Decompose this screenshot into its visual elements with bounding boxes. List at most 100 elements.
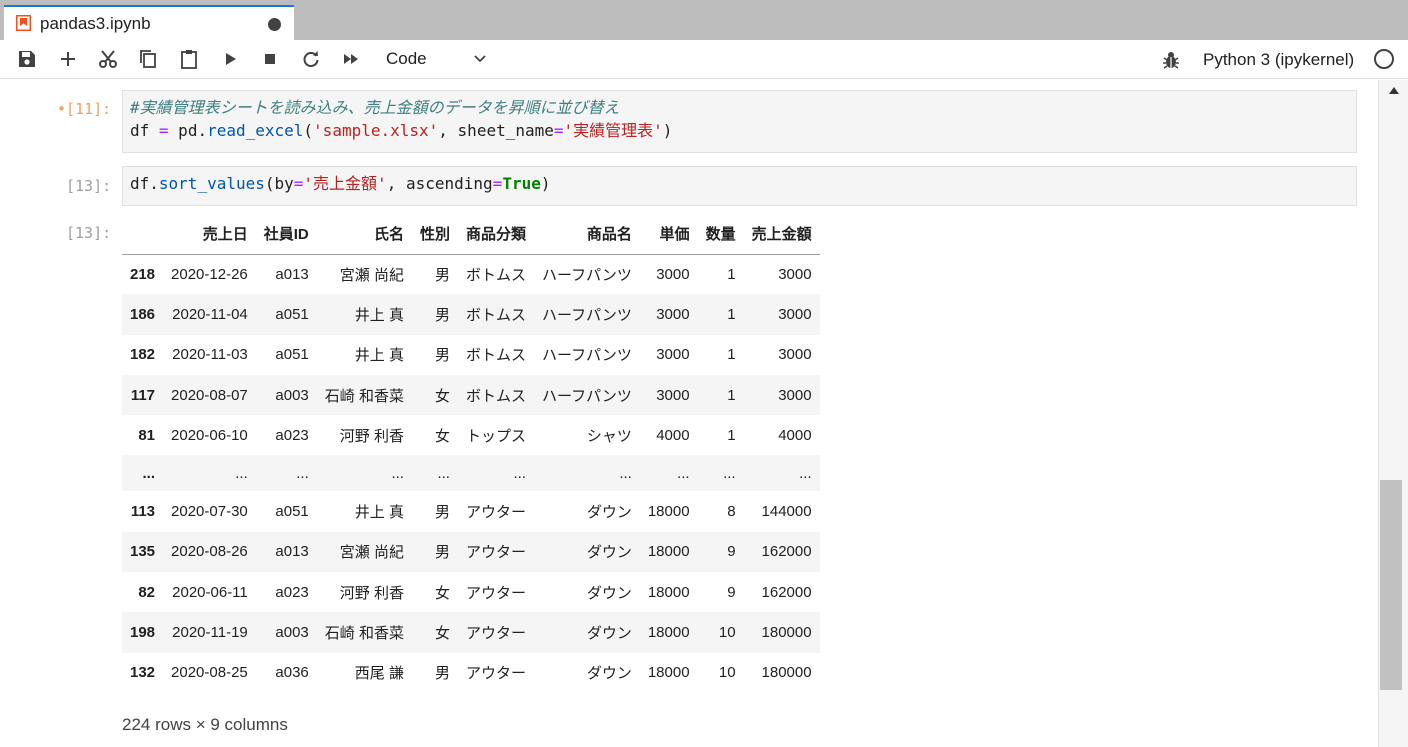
table-cell: 180000	[761, 664, 812, 682]
table-cell: 1	[727, 386, 736, 404]
table-row: 182 2020-11-03 a051 井上 真 男ボトムス ハーフパンツ 3000 1 300…	[122, 335, 820, 375]
restart-run-all-button[interactable]	[340, 48, 362, 70]
table-cell: 西尾 謙	[354, 665, 404, 683]
cut-icon	[99, 50, 117, 68]
unsaved-indicator-icon[interactable]	[268, 18, 281, 31]
table-row: 218 2020-12-26 a013 宮瀬 尚紀 男ボトムス ハーフパンツ 3000 1 30…	[122, 254, 820, 294]
table-cell: 河野 利香	[339, 427, 404, 445]
table-cell: 2020-08-07	[171, 386, 248, 404]
table-cell: ダウン	[586, 665, 632, 683]
table-cell: ダウン	[586, 504, 632, 522]
table-cell: 3000	[656, 346, 690, 364]
chevron-down-icon	[474, 55, 486, 63]
column-header: 単価	[639, 214, 698, 255]
code-line: #実績管理表シートを読み込み、売上金額のデータを昇順に並び替え	[130, 96, 1349, 119]
add-icon	[61, 52, 75, 66]
table-cell: ボトムス	[465, 347, 526, 365]
add-cell-button[interactable]	[57, 48, 79, 70]
table-cell: ...	[296, 464, 309, 482]
table-cell: 女	[434, 387, 450, 405]
table-cell: ...	[677, 464, 690, 482]
output-prompt: [13]:	[66, 224, 112, 242]
code-string: 'sample.xlsx'	[313, 121, 439, 140]
table-cell: a003	[275, 386, 309, 404]
table-cell: 2020-08-26	[171, 543, 248, 561]
dataframe-table: 売上日 社員ID 氏名 性別 商品分類 商品名 単価 数量 売上金額 218 20…	[122, 214, 820, 693]
table-row: 82 2020-06-11 a023 河野 利香 女アウター ダウン 18000 9 16200…	[122, 572, 820, 612]
row-index: 218	[130, 265, 156, 283]
column-header	[122, 214, 164, 255]
table-cell: ボトムス	[465, 266, 526, 284]
code-text: (	[303, 121, 314, 140]
restart-button[interactable]	[300, 48, 322, 70]
table-row: 81 2020-06-10 a023 河野 利香 女トップス シャツ 4000 1 4000	[122, 415, 820, 455]
table-cell: a051	[275, 503, 309, 521]
table-cell: シャツ	[586, 427, 632, 445]
table-row: 198 2020-11-19 a003 石崎 和香菜 女アウター ダウン 18000 10 18…	[122, 612, 820, 653]
table-cell: 1	[727, 426, 736, 444]
row-index: 186	[130, 305, 156, 323]
table-cell: 1	[727, 305, 736, 323]
input-prompt: •[11]:	[57, 100, 112, 118]
scrollbar-thumb[interactable]	[1380, 480, 1402, 690]
code-attribute: sort_values	[158, 174, 265, 193]
code-text: )	[662, 121, 673, 140]
row-index: 82	[138, 583, 156, 601]
code-operator: =	[158, 121, 169, 140]
interrupt-button[interactable]	[259, 48, 281, 70]
save-icon	[19, 51, 35, 67]
vertical-scrollbar[interactable]	[1378, 80, 1408, 747]
table-cell: 3000	[778, 305, 812, 323]
cell-type-label: Code	[386, 49, 427, 68]
tab-title: pandas3.ipynb	[40, 14, 151, 33]
restart-icon	[303, 51, 319, 67]
table-cell: a023	[275, 426, 309, 444]
table-cell: ...	[619, 464, 632, 482]
table-cell: a051	[275, 346, 309, 364]
copy-button[interactable]	[137, 48, 159, 70]
table-cell: 宮瀬 尚紀	[339, 544, 404, 562]
code-cell-editor[interactable]: #実績管理表シートを読み込み、売上金額のデータを昇順に並び替え df = pd.r…	[122, 90, 1357, 153]
scroll-up-icon[interactable]	[1389, 87, 1399, 94]
table-cell: 3000	[656, 386, 690, 404]
code-cell-editor[interactable]: df.sort_values(by='売上金額', ascending=True…	[122, 166, 1357, 206]
dataframe-shape: 224 rows × 9 columns	[122, 715, 288, 734]
table-cell: ...	[513, 464, 526, 482]
run-icon	[226, 53, 236, 65]
cut-button[interactable]	[97, 48, 119, 70]
bug-icon[interactable]	[1161, 50, 1181, 70]
kernel-status-icon	[1374, 49, 1394, 69]
row-index: 117	[130, 386, 156, 404]
table-row: ..............................	[122, 455, 820, 492]
notebook-icon	[16, 15, 31, 31]
table-cell: ダウン	[586, 625, 632, 643]
kernel-name[interactable]: Python 3 (ipykernel)	[1203, 50, 1354, 70]
table-cell: ...	[437, 464, 450, 482]
code-text: (by	[264, 174, 294, 193]
run-button[interactable]	[219, 48, 241, 70]
code-text: , ascending	[386, 174, 493, 193]
table-row: 113 2020-07-30 a051 井上 真 男アウター ダウン 18000 8 14400…	[122, 491, 820, 531]
table-cell: アウター	[465, 584, 526, 602]
table-cell: 10	[718, 664, 736, 682]
code-text: df	[130, 121, 159, 140]
table-cell: 162000	[761, 583, 812, 601]
table-cell: 9	[727, 543, 736, 561]
table-cell: 男	[434, 665, 450, 683]
cell-type-select[interactable]: Code	[376, 46, 496, 72]
table-cell: 18000	[647, 583, 690, 601]
table-cell: 3000	[778, 265, 812, 283]
table-cell: 3000	[778, 346, 812, 364]
code-string: '売上金額'	[303, 174, 387, 193]
notebook-tab[interactable]: pandas3.ipynb	[4, 5, 294, 40]
table-cell: 男	[434, 347, 450, 365]
row-index: 81	[138, 426, 156, 444]
code-operator: =	[553, 121, 564, 140]
table-cell: ...	[235, 464, 248, 482]
table-cell: 18000	[647, 664, 690, 682]
table-cell: 宮瀬 尚紀	[339, 266, 404, 284]
table-cell: 2020-08-25	[171, 664, 248, 682]
table-cell: a023	[275, 583, 309, 601]
paste-button[interactable]	[178, 48, 200, 70]
save-button[interactable]	[16, 48, 38, 70]
